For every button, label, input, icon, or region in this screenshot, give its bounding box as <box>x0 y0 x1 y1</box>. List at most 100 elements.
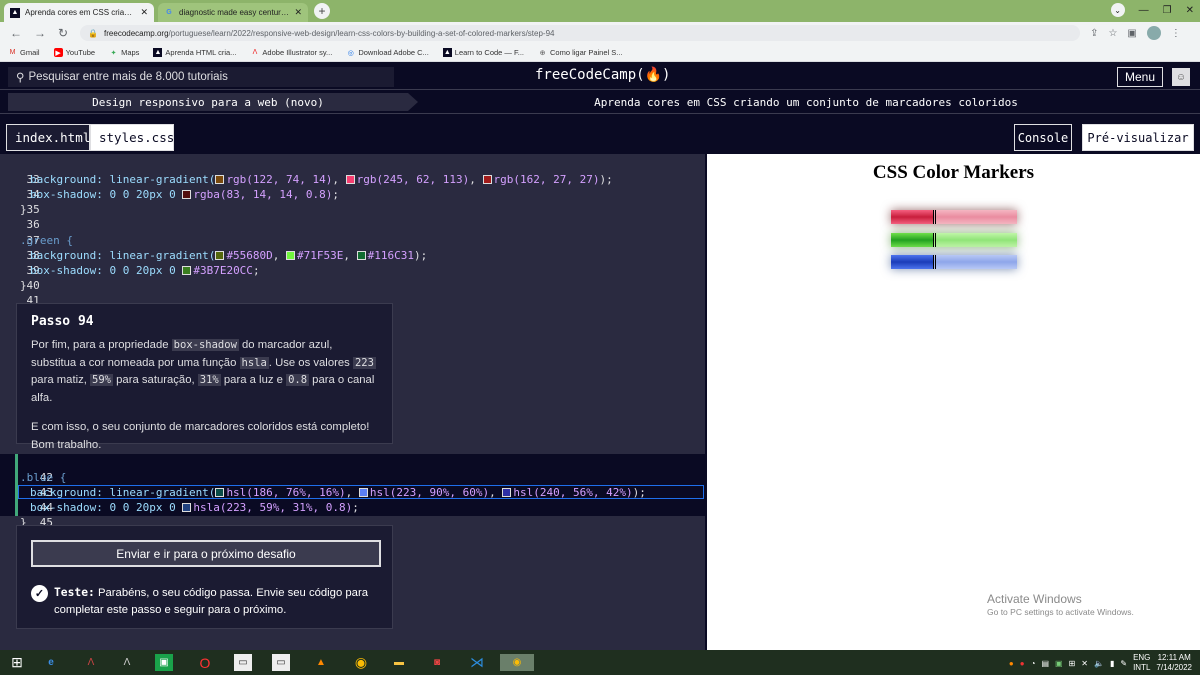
signal-icon[interactable]: ▮ <box>1110 659 1114 668</box>
globe-icon: ◎ <box>347 49 354 57</box>
code-line: 39 box-shadow: 0 0 20px 0 #3B7E20CC; <box>26 264 260 277</box>
tray-icon[interactable]: ● <box>1009 659 1014 668</box>
tray-icon[interactable]: ● <box>1020 659 1025 668</box>
fcc-icon: ▲ <box>153 48 163 57</box>
opera-icon[interactable]: O <box>196 654 214 671</box>
fcc-icon: ▲ <box>442 48 452 57</box>
windows-start-icon[interactable]: ⊞ <box>8 654 26 671</box>
chrome-icon[interactable]: ◉ <box>352 654 370 671</box>
bookmark-painel[interactable]: ⊕ Como ligar Painel S... <box>538 48 623 57</box>
network-icon[interactable]: ✕ <box>1081 659 1088 668</box>
code-line: 33 background: linear-gradient(rgb(122, 7… <box>26 173 613 186</box>
kebab-menu-icon[interactable]: ⋮ <box>1171 28 1181 39</box>
address-bar-row: ← → ↻ 🔒 freecodecamp.org/portuguese/lear… <box>0 22 1200 44</box>
tray-icon[interactable]: ▣ <box>1055 659 1063 668</box>
breadcrumb: Design responsivo para a web (novo) Apre… <box>0 91 1200 113</box>
preview-pane[interactable]: CSS Color Markers Activate Windows Go to… <box>707 154 1200 650</box>
tray-icon[interactable]: ⊞ <box>1069 659 1076 668</box>
adobe-icon: Λ <box>252 49 258 56</box>
link-icon: ⊕ <box>539 49 546 57</box>
user-avatar[interactable]: ☺ <box>1172 68 1190 86</box>
preview-heading: CSS Color Markers <box>872 162 1035 183</box>
volume-icon[interactable]: 🔈 <box>1094 659 1104 668</box>
test-message: Teste: Parabéns, o seu código passa. Env… <box>54 586 369 616</box>
green-marker <box>891 233 1017 247</box>
sidepanel-icon[interactable]: ▣ <box>1127 28 1136 39</box>
browser-tab-google[interactable]: G diagnostic made easy centurion ✕ <box>158 3 308 22</box>
tray-icon[interactable]: ▤ <box>1041 659 1049 668</box>
code-line: 41 <box>26 294 40 307</box>
tray-icon[interactable]: ◔ <box>1031 659 1036 668</box>
browser-tab-fcc[interactable]: ▲ Aprenda cores em CSS criando u ✕ <box>4 3 154 22</box>
bookmark-maps[interactable]: ✦ Maps <box>109 48 140 57</box>
forward-icon[interactable]: → <box>34 26 46 40</box>
search-icon: ⚲ <box>16 72 25 84</box>
ie-icon[interactable]: e <box>42 654 60 671</box>
code-line: 40} <box>20 279 40 292</box>
close-tab-icon[interactable]: ✕ <box>140 7 148 18</box>
fcc-logo[interactable]: freeCodeCamp(🔥) <box>535 67 670 83</box>
new-tab-button[interactable]: + <box>314 3 330 19</box>
bookmark-download-adobe[interactable]: ◎ Download Adobe C... <box>346 48 429 57</box>
bookmarks-bar: M Gmail ▶ YouTube ✦ Maps ▲ Aprenda HTML cria… <box>0 44 1200 62</box>
windows-taskbar: ⊞ e Λ Λ ▣ O ▭ ▭ ▲ ◉ ▬ ◙ ⋊ ◉ ● ● ◔ ▤ ▣ ⊞ … <box>0 650 1200 675</box>
console-button[interactable]: Console <box>1014 124 1072 151</box>
tray-icon[interactable]: ✎ <box>1120 659 1127 668</box>
share-icon[interactable]: ⇪ <box>1090 28 1098 39</box>
close-window-icon[interactable]: ✕ <box>1186 5 1194 16</box>
youtube-icon: ▶ <box>53 48 63 57</box>
fcc-navbar: ⚲ Pesquisar entre mais de 8.000 tutoriai… <box>0 63 1200 90</box>
blue-marker <box>891 255 1017 269</box>
camera-icon[interactable]: ◙ <box>428 654 446 671</box>
editable-region[interactable]: 42 .blue { 43 background: linear-gradient(… <box>0 454 705 529</box>
menu-button[interactable]: Menu <box>1117 67 1163 87</box>
maps-icon: ✦ <box>110 49 117 57</box>
breadcrumb-course[interactable]: Design responsivo para a web (novo) <box>8 93 418 111</box>
star-icon[interactable]: ☆ <box>1108 28 1117 39</box>
language-indicator[interactable]: ENG INTL <box>1133 653 1150 673</box>
store-icon[interactable]: ▣ <box>155 654 173 671</box>
test-result-panel: Enviar e ir para o próximo desafio ✓ Tes… <box>16 525 393 629</box>
preview-button[interactable]: Pré-visualizar <box>1082 124 1194 151</box>
folder-icon[interactable]: ▬ <box>390 654 408 671</box>
bookmark-illustrator[interactable]: Λ Adobe Illustrator sy... <box>250 48 333 57</box>
file-icon[interactable]: ▭ <box>272 654 290 671</box>
tab-index-html[interactable]: index.html <box>6 124 90 151</box>
google-icon: G <box>166 9 172 16</box>
profile-avatar[interactable] <box>1146 26 1161 40</box>
system-tray: ● ● ◔ ▤ ▣ ⊞ ✕ 🔈 ▮ ✎ ENG INTL 12:11 AM 7/14… <box>1009 653 1192 673</box>
breadcrumb-lesson[interactable]: Aprenda cores em CSS criando um conjunto… <box>420 93 1192 111</box>
back-icon[interactable]: ← <box>10 26 22 40</box>
url-field[interactable]: 🔒 freecodecamp.org/portuguese/learn/2022… <box>80 25 1081 41</box>
tab-styles-css[interactable]: styles.css <box>90 124 174 151</box>
editor-toolbar: index.html styles.css Console Pré-visual… <box>0 113 1200 154</box>
tab-search-icon[interactable]: ⌄ <box>1110 3 1125 17</box>
bookmark-html[interactable]: ▲ Aprenda HTML cria... <box>153 48 236 57</box>
close-tab-icon[interactable]: ✕ <box>294 7 302 18</box>
red-marker <box>891 210 1017 224</box>
app-icon[interactable]: Λ <box>118 654 136 671</box>
bookmark-learn-to-code[interactable]: ▲ Learn to Code — F... <box>442 48 524 57</box>
step-instructions: Passo 94 Por fim, para a propriedade box… <box>16 303 393 451</box>
acrobat-icon[interactable]: Λ <box>82 654 100 671</box>
fcc-icon: ▲ <box>10 7 20 18</box>
minimize-icon[interactable]: — <box>1139 5 1149 16</box>
chrome-active-icon[interactable]: ◉ <box>500 654 534 671</box>
step-complete-note: E com isso, o seu conjunto de marcadores… <box>31 421 370 451</box>
vscode-icon[interactable]: ⋊ <box>468 654 486 671</box>
submit-next-button[interactable]: Enviar e ir para o próximo desafio <box>31 540 381 567</box>
bookmark-youtube[interactable]: ▶ YouTube <box>53 48 95 57</box>
restore-icon[interactable]: ❐ <box>1163 5 1172 16</box>
vlc-icon[interactable]: ▲ <box>312 654 330 671</box>
activate-windows-sub: Go to PC settings to activate Windows. <box>987 607 1134 617</box>
bookmark-gmail[interactable]: M Gmail <box>8 48 40 57</box>
reload-icon[interactable]: ↻ <box>58 26 68 40</box>
step-title: Passo 94 <box>31 314 94 329</box>
window-controls: ⌄ — ❐ ✕ <box>1110 3 1194 17</box>
code-line: 45} <box>20 516 53 529</box>
search-input[interactable]: ⚲ Pesquisar entre mais de 8.000 tutoriai… <box>8 67 394 87</box>
step-description: Por fim, para a propriedade box-shadow d… <box>31 339 376 404</box>
clock[interactable]: 12:11 AM 7/14/2022 <box>1156 653 1192 673</box>
gmail-icon: M <box>9 49 16 56</box>
file-icon[interactable]: ▭ <box>234 654 252 671</box>
